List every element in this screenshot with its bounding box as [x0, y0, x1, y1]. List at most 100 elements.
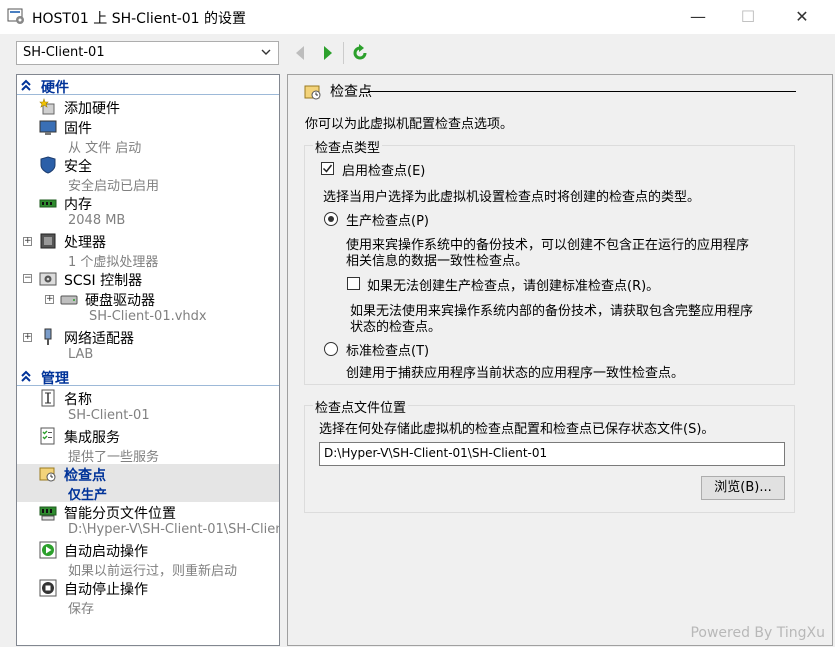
collapse-up-icon	[21, 370, 31, 382]
sidebar-item-sub: SH-Client-01	[68, 408, 150, 423]
checkpoint-path-input[interactable]: D:\Hyper-V\SH-Client-01\SH-Client-01	[319, 442, 785, 466]
standard-checkpoint-label[interactable]: 标准检查点(T)	[346, 340, 429, 359]
sidebar-item-sub: 1 个虚拟处理器	[68, 255, 159, 270]
sidebar-item-checkpoints[interactable]: 检查点 仅生产	[17, 464, 279, 503]
smart-paging-icon	[39, 506, 57, 521]
sidebar-item-sub: 安全启动已启用	[68, 179, 160, 194]
management-category[interactable]: 管理	[17, 368, 279, 387]
sidebar-item-security[interactable]: 安全 安全启动已启用	[17, 155, 279, 194]
sidebar-item-label: 智能分页文件位置	[64, 506, 176, 522]
sidebar-item-label: 硬盘驱动器	[85, 293, 155, 309]
sidebar-item-label: 固件	[64, 121, 92, 137]
hardware-category[interactable]: 硬件	[17, 77, 279, 96]
enable-checkpoints-label[interactable]: 启用检查点(E)	[342, 160, 425, 179]
fallback-standard-checkbox[interactable]	[347, 277, 360, 290]
window-title: HOST01 上 SH-Client-01 的设置	[32, 11, 247, 27]
toolbar: SH-Client-01	[0, 34, 835, 70]
browse-button[interactable]: 浏览(B)...	[701, 476, 785, 500]
memory-icon	[39, 199, 57, 208]
checkmark-icon	[322, 164, 333, 173]
sidebar-item-label: 集成服务	[64, 430, 120, 446]
sidebar-item-label: 网络适配器	[64, 331, 134, 347]
auto-stop-icon	[39, 579, 57, 597]
scsi-controller-icon	[39, 272, 57, 286]
hard-drive-icon	[60, 295, 78, 305]
sidebar-item-network-adapter[interactable]: + 网络适配器 LAB	[17, 327, 279, 365]
processor-icon	[40, 233, 56, 249]
sidebar-item-sub: 保存	[68, 602, 95, 617]
page-description: 你可以为此虚拟机配置检查点选项。	[305, 117, 514, 132]
sidebar-item-scsi-controller[interactable]: − SCSI 控制器	[17, 269, 279, 289]
expand-icon[interactable]: +	[23, 237, 32, 246]
minimize-button[interactable]: —	[684, 6, 712, 28]
toolbar-divider	[343, 42, 344, 64]
sidebar-item-sub: D:\Hyper-V\SH-Client-01\SH-Client...	[68, 522, 280, 537]
sidebar-item-sub: 如果以前运行过，则重新启动	[68, 564, 238, 579]
location-instruction: 选择在何处存储此虚拟机的检查点配置和检查点已保存状态文件(S)。	[319, 422, 715, 437]
production-checkpoint-label[interactable]: 生产检查点(P)	[346, 210, 429, 229]
sidebar-item-processor[interactable]: + 处理器 1 个虚拟处理器	[17, 231, 279, 270]
checkpoint-settings-panel: 检查点 你可以为此虚拟机配置检查点选项。 检查点类型 启用检查点(E) 选择当用…	[287, 74, 833, 646]
back-arrow-icon[interactable]	[292, 44, 308, 62]
sidebar-item-hard-drive[interactable]: + 硬盘驱动器 SH-Client-01.vhdx	[17, 289, 279, 327]
expand-icon[interactable]: +	[45, 295, 54, 304]
enable-checkpoints-checkbox[interactable]	[321, 162, 334, 175]
chevron-down-icon	[261, 49, 271, 55]
sidebar-item-smart-paging[interactable]: 智能分页文件位置 D:\Hyper-V\SH-Client-01\SH-Clie…	[17, 502, 279, 540]
settings-tree: 硬件 添加硬件 固件 从 文件 启动 安全 安全启动已启用 内存 2048 MB…	[16, 74, 280, 646]
sidebar-item-label: 处理器	[64, 235, 106, 251]
standard-description: 创建用于捕获应用程序当前状态的应用程序一致性检查点。	[346, 366, 685, 381]
name-field-icon	[41, 389, 55, 407]
radio-dot	[328, 216, 334, 222]
title-bar: HOST01 上 SH-Client-01 的设置 — ☐ ✕	[0, 0, 835, 34]
close-button[interactable]: ✕	[788, 6, 816, 28]
sidebar-item-label: 添加硬件	[64, 101, 120, 117]
sidebar-item-name[interactable]: 名称 SH-Client-01	[17, 388, 279, 426]
divider	[17, 385, 279, 386]
sidebar-item-memory[interactable]: 内存 2048 MB	[17, 193, 279, 231]
settings-app-icon	[7, 8, 24, 24]
fallback-description-line2: 状态的检查点。	[350, 320, 442, 335]
standard-checkpoint-radio[interactable]	[324, 342, 338, 356]
checkpoint-type-group: 检查点类型 启用检查点(E) 选择当用户选择为此虚拟机设置检查点时将创建的检查点…	[304, 137, 795, 385]
collapse-icon[interactable]: −	[23, 274, 32, 283]
sidebar-item-add-hardware[interactable]: 添加硬件	[17, 97, 279, 117]
group-legend: 检查点类型	[313, 137, 383, 156]
production-checkpoint-radio[interactable]	[324, 212, 338, 226]
sidebar-item-sub: 2048 MB	[68, 213, 126, 228]
sidebar-item-auto-start[interactable]: 自动启动操作 如果以前运行过，则重新启动	[17, 540, 279, 579]
watermark: Powered By TingXu	[690, 625, 825, 641]
sidebar-item-label: 名称	[64, 392, 92, 408]
page-title: 检查点	[330, 84, 372, 100]
network-adapter-icon	[44, 328, 52, 345]
expand-icon[interactable]: +	[23, 333, 32, 342]
sidebar-item-label: SCSI 控制器	[64, 273, 143, 289]
vm-selector[interactable]: SH-Client-01	[16, 41, 279, 65]
sidebar-item-integration-services[interactable]: 集成服务 提供了一些服务	[17, 426, 279, 465]
integration-services-icon	[40, 427, 55, 445]
checkpoint-icon	[304, 85, 321, 100]
checkpoint-icon	[39, 467, 56, 482]
auto-start-icon	[39, 541, 57, 559]
group-legend: 检查点文件位置	[313, 397, 409, 416]
sidebar-item-firmware[interactable]: 固件 从 文件 启动	[17, 117, 279, 156]
divider	[17, 94, 279, 95]
shield-icon	[40, 156, 56, 174]
refresh-icon[interactable]	[350, 44, 370, 62]
forward-arrow-icon[interactable]	[320, 44, 336, 62]
maximize-button[interactable]: ☐	[734, 6, 762, 28]
fallback-standard-label[interactable]: 如果无法创建生产检查点，请创建标准检查点(R)。	[367, 275, 659, 294]
sidebar-item-auto-stop[interactable]: 自动停止操作 保存	[17, 578, 279, 617]
production-description-line2: 相关信息的数据一致性检查点。	[346, 254, 529, 269]
checkpoint-path-value: D:\Hyper-V\SH-Client-01\SH-Client-01	[324, 446, 548, 460]
collapse-up-icon	[21, 79, 31, 91]
sidebar-item-sub: 仅生产	[68, 488, 108, 503]
add-hardware-icon	[39, 98, 55, 115]
sidebar-item-sub: SH-Client-01.vhdx	[89, 309, 207, 324]
title-divider	[368, 91, 796, 92]
sidebar-item-sub: 从 文件 启动	[68, 141, 142, 156]
checkpoint-location-group: 检查点文件位置 选择在何处存储此虚拟机的检查点配置和检查点已保存状态文件(S)。…	[304, 397, 795, 513]
sidebar-item-label: 自动启动操作	[64, 544, 148, 560]
sidebar-item-label: 自动停止操作	[64, 582, 148, 598]
type-instruction: 选择当用户选择为此虚拟机设置检查点时将创建的检查点的类型。	[323, 190, 701, 205]
